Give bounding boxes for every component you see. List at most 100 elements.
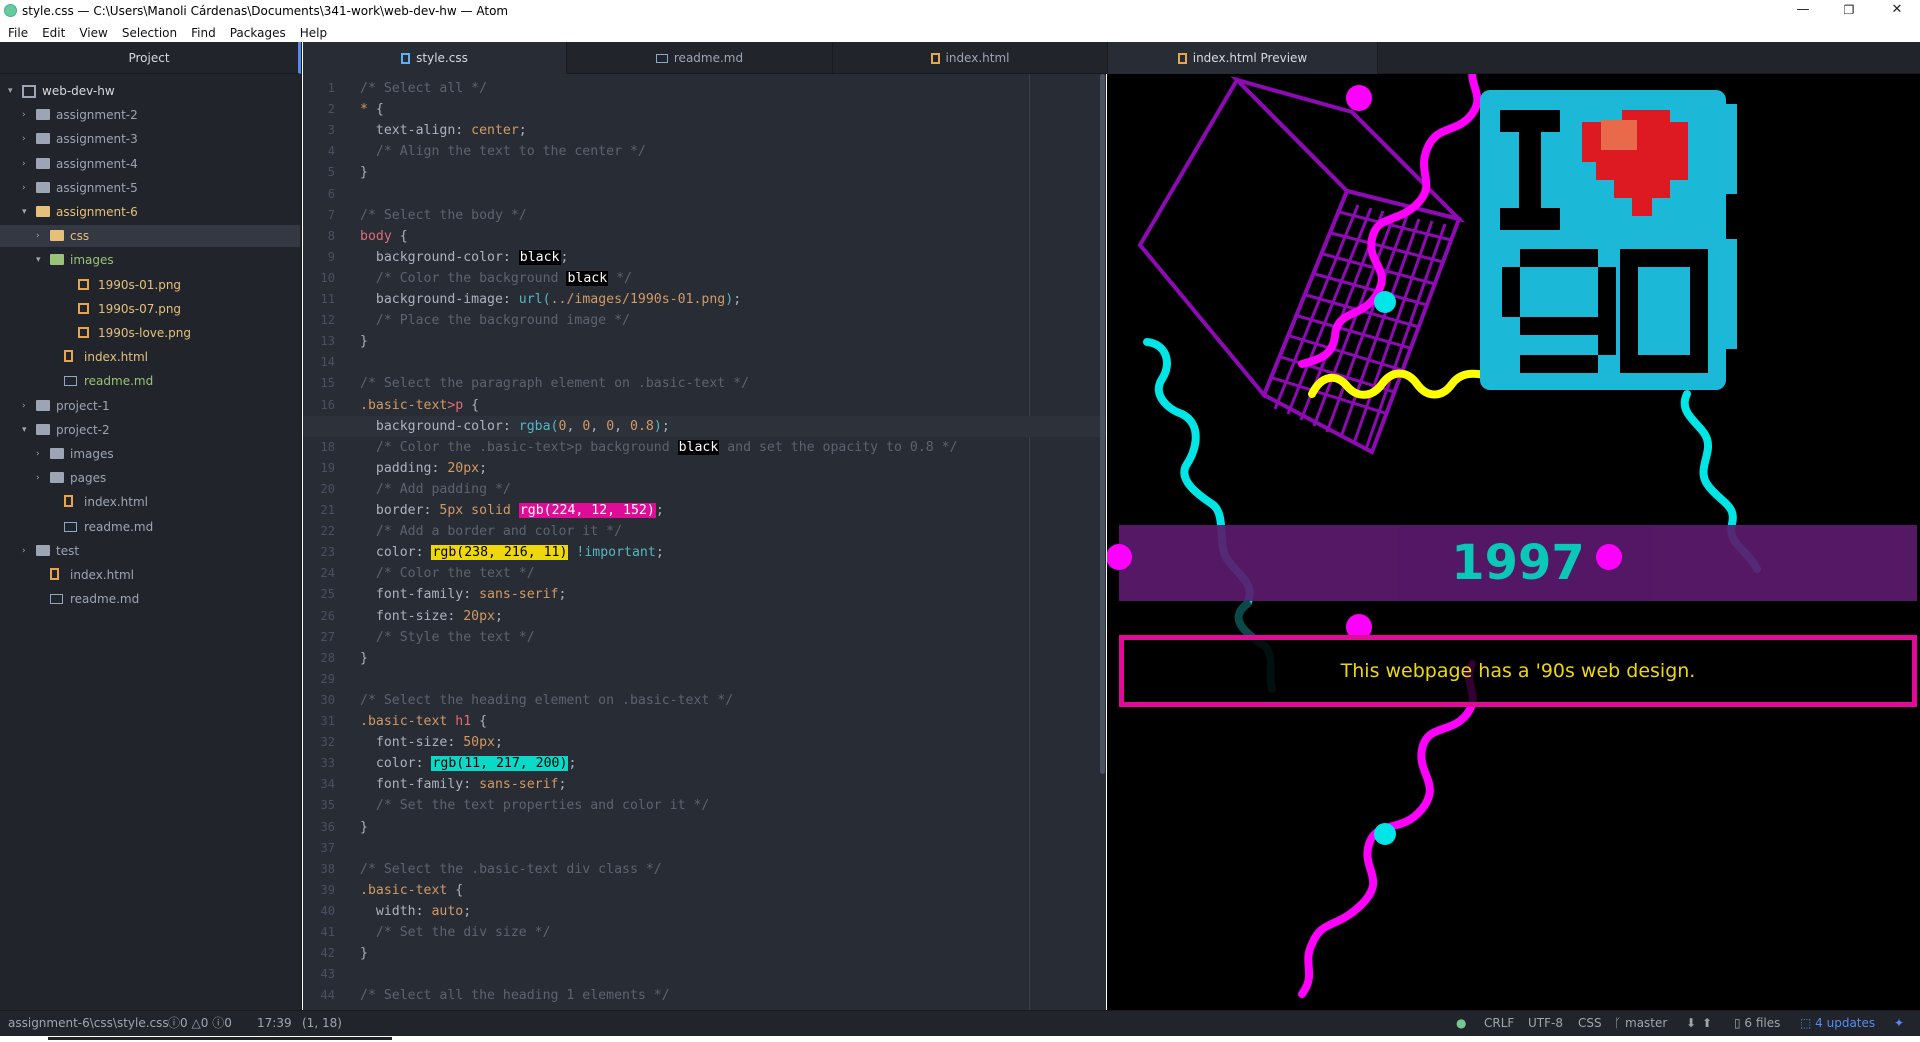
code-line[interactable]: background-image: url(../images/1990s-01… <box>360 289 741 310</box>
tree-item[interactable]: › pages <box>0 467 300 489</box>
code-line[interactable]: body { <box>360 226 408 247</box>
tree-item[interactable]: › assignment-2 <box>0 104 300 126</box>
tree-item[interactable]: › images <box>0 443 300 465</box>
menu-file[interactable]: File <box>0 22 34 44</box>
tree-item[interactable]: 1990s-01.png <box>0 274 300 296</box>
code-line[interactable]: color: rgb(238, 216, 11) !important; <box>360 542 664 563</box>
code-line[interactable]: /* Style the text */ <box>360 627 535 648</box>
code-line[interactable]: /* Color the background black */ <box>360 268 632 289</box>
tab-index-html-preview[interactable]: index.html Preview <box>1108 42 1378 74</box>
tree-item[interactable]: › test <box>0 540 300 562</box>
code-line[interactable]: /* Select the .basic-text div class */ <box>360 859 662 880</box>
html-preview-pane[interactable]: 1997 This webpage has a '90s web design. <box>1107 74 1920 1010</box>
code-line[interactable]: padding: 20px; <box>360 458 487 479</box>
code-line[interactable]: text-align: center; <box>360 120 527 141</box>
tab-readme-md[interactable]: readme.md <box>567 42 833 74</box>
menu-selection[interactable]: Selection <box>114 22 183 44</box>
minimize-button[interactable]: — <box>1780 0 1826 22</box>
chevron-right-icon[interactable]: › <box>22 128 32 150</box>
code-line[interactable]: /* Add a border and color it */ <box>360 521 622 542</box>
chevron-right-icon[interactable]: › <box>22 540 32 562</box>
chevron-down-icon[interactable]: ▾ <box>36 249 46 271</box>
cursor-position[interactable]: (1, 18) <box>302 1011 342 1036</box>
chevron-down-icon[interactable]: ▾ <box>8 80 18 102</box>
chevron-down-icon[interactable]: ▾ <box>22 201 32 223</box>
code-line[interactable]: /* Select the body */ <box>360 205 527 226</box>
code-line[interactable]: /* Place the background image */ <box>360 310 630 331</box>
menu-help[interactable]: Help <box>292 22 333 44</box>
code-line[interactable]: .basic-text>p { <box>360 395 479 416</box>
code-line[interactable]: /* Select the heading element on .basic-… <box>360 690 733 711</box>
close-button[interactable]: ✕ <box>1874 0 1920 22</box>
menu-packages[interactable]: Packages <box>222 22 292 44</box>
grammar-selector[interactable]: CSS <box>1578 1011 1602 1036</box>
tab-index-html[interactable]: index.html <box>833 42 1108 74</box>
code-line[interactable]: font-size: 50px; <box>360 732 503 753</box>
code-line[interactable]: } <box>360 331 368 352</box>
code-line[interactable]: font-size: 20px; <box>360 606 503 627</box>
code-line[interactable]: /* Add padding */ <box>360 479 511 500</box>
git-fetch-icon[interactable]: ⬇ <box>1686 1011 1696 1036</box>
tree-item[interactable]: readme.md <box>0 516 300 538</box>
code-line[interactable]: /* Align the text to the center */ <box>360 141 646 162</box>
code-line[interactable]: background-color: black; <box>360 247 568 268</box>
code-line[interactable]: /* Select the paragraph element on .basi… <box>360 373 749 394</box>
tree-item[interactable]: index.html <box>0 491 300 513</box>
chevron-right-icon[interactable]: › <box>36 443 46 465</box>
github-files[interactable]: ▯ 6 files <box>1734 1011 1780 1036</box>
code-line[interactable]: } <box>360 943 368 964</box>
code-line[interactable]: /* Color the .basic-text>p background bl… <box>360 437 957 458</box>
git-push-icon[interactable]: ⬆ <box>1702 1011 1712 1036</box>
tree-item[interactable]: ▾ web-dev-hw <box>0 80 300 102</box>
chevron-right-icon[interactable]: › <box>22 177 32 199</box>
code-line[interactable]: } <box>360 817 368 838</box>
tree-item[interactable]: › project-1 <box>0 395 300 417</box>
tree-item[interactable]: › assignment-4 <box>0 153 300 175</box>
code-line[interactable]: /* Select all */ <box>360 78 487 99</box>
tree-item[interactable]: › assignment-3 <box>0 128 300 150</box>
chevron-right-icon[interactable]: › <box>22 395 32 417</box>
chevron-right-icon[interactable]: › <box>22 153 32 175</box>
git-branch[interactable]: ᚴ master <box>1614 1011 1667 1036</box>
code-line[interactable]: .basic-text h1 { <box>360 711 487 732</box>
code-line[interactable]: background-color: rgba(0, 0, 0, 0.8); <box>303 415 1106 437</box>
chevron-right-icon[interactable]: › <box>22 104 32 126</box>
tree-item[interactable]: ▾ project-2 <box>0 419 300 441</box>
code-line[interactable]: } <box>360 648 368 669</box>
code-line[interactable]: /* Set the div size */ <box>360 922 551 943</box>
menu-view[interactable]: View <box>71 22 113 44</box>
code-line[interactable]: width: auto; <box>360 901 471 922</box>
linter-status[interactable]: ⓘ0 △0 ⓘ0 <box>168 1011 232 1036</box>
encoding-selector[interactable]: UTF-8 <box>1528 1011 1563 1036</box>
line-ending-selector[interactable]: CRLF <box>1484 1011 1514 1036</box>
updates-indicator[interactable]: ⬚ 4 updates <box>1800 1011 1875 1036</box>
chevron-down-icon[interactable]: ▾ <box>22 419 32 441</box>
tree-item[interactable]: 1990s-07.png <box>0 298 300 320</box>
code-line[interactable]: border: 5px solid rgb(224, 12, 152); <box>360 500 664 521</box>
code-line[interactable]: color: rgb(11, 217, 200); <box>360 753 576 774</box>
editor-scrollbar[interactable] <box>1100 74 1105 774</box>
code-line[interactable]: .basic-text { <box>360 880 463 901</box>
maximize-button[interactable]: ❐ <box>1826 0 1872 22</box>
tree-item[interactable]: index.html <box>0 346 300 368</box>
menu-edit[interactable]: Edit <box>34 22 71 44</box>
code-line[interactable]: /* Set the text properties and color it … <box>360 795 709 816</box>
tree-item[interactable]: ▾ images <box>0 249 300 271</box>
code-line[interactable]: font-family: sans-serif; <box>360 774 567 795</box>
chevron-right-icon[interactable]: › <box>36 225 46 247</box>
tree-item[interactable]: 1990s-love.png <box>0 322 300 344</box>
tree-item[interactable]: › css <box>0 225 300 248</box>
code-line[interactable]: font-family: sans-serif; <box>360 584 567 605</box>
menu-find[interactable]: Find <box>183 22 222 44</box>
code-line[interactable]: /* Select all the heading 1 elements */ <box>360 985 670 1006</box>
tab-style-css[interactable]: style.css <box>303 42 567 74</box>
code-line[interactable]: } <box>360 162 368 183</box>
code-line[interactable]: * { <box>360 99 384 120</box>
feedback-bird-icon[interactable]: ✦ <box>1894 1011 1904 1036</box>
file-path-status[interactable]: assignment-6\css\style.css <box>8 1011 169 1036</box>
chevron-right-icon[interactable]: › <box>36 467 46 489</box>
code-editor[interactable]: 1234567891011121314151617181920212223242… <box>303 74 1106 1010</box>
tree-item[interactable]: ▾ assignment-6 <box>0 201 300 223</box>
tree-item[interactable]: readme.md <box>0 588 300 610</box>
tree-item[interactable]: readme.md <box>0 370 300 392</box>
